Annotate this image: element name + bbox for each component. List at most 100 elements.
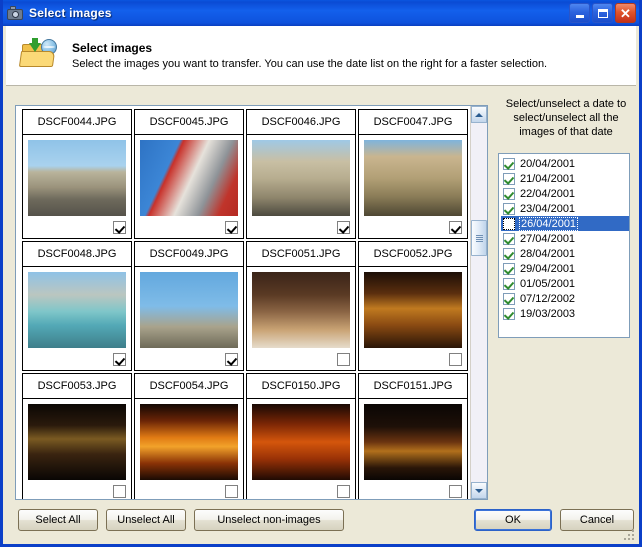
- title-bar[interactable]: Select images ✕: [3, 0, 639, 26]
- thumbnail-cell[interactable]: DSCF0052.JPG: [358, 241, 468, 371]
- thumbnail-cell[interactable]: DSCF0054.JPG: [134, 373, 244, 500]
- date-checkbox[interactable]: [503, 293, 515, 305]
- date-checkbox[interactable]: [503, 203, 515, 215]
- date-checkbox[interactable]: [503, 218, 515, 230]
- thumbnail-checkbox[interactable]: [337, 485, 350, 498]
- scroll-up-button[interactable]: [471, 106, 487, 123]
- thumbnail-scrollbar[interactable]: [470, 106, 487, 499]
- thumbnail-frame[interactable]: [22, 266, 132, 371]
- ok-button[interactable]: OK: [474, 509, 552, 531]
- date-checkbox[interactable]: [503, 173, 515, 185]
- date-list-item[interactable]: 20/04/2001: [501, 156, 629, 171]
- thumbnail-cell[interactable]: DSCF0045.JPG: [134, 109, 244, 239]
- date-label: 19/03/2003: [520, 308, 575, 320]
- maximize-button[interactable]: [592, 3, 613, 23]
- scroll-down-button[interactable]: [471, 482, 487, 499]
- date-label: 21/04/2001: [520, 173, 575, 185]
- thumbnail-cell[interactable]: DSCF0053.JPG: [22, 373, 132, 500]
- thumbnail-frame[interactable]: [246, 134, 356, 239]
- date-label-wrapper: 28/04/2001: [519, 248, 576, 260]
- date-label: 28/04/2001: [520, 248, 575, 260]
- dialog-body: DSCF0044.JPGDSCF0045.JPGDSCF0046.JPGDSCF…: [6, 87, 636, 541]
- date-listbox[interactable]: 20/04/2001 21/04/200122/04/2001 23/04/2001…: [498, 153, 630, 338]
- thumbnail-panel[interactable]: DSCF0044.JPGDSCF0045.JPGDSCF0046.JPGDSCF…: [15, 105, 488, 500]
- date-sidebar: Select/unselect a date to select/unselec…: [498, 97, 634, 338]
- date-list-item[interactable]: 07/12/2002: [501, 291, 629, 306]
- date-list-item[interactable]: 26/04/2001: [501, 216, 629, 231]
- unselect-non-images-button[interactable]: Unselect non-images: [194, 509, 344, 531]
- thumbnail-checkbox[interactable]: [449, 485, 462, 498]
- select-all-button[interactable]: Select All: [18, 509, 98, 531]
- thumbnail-image: [28, 404, 126, 480]
- thumbnail-image: [140, 404, 238, 480]
- minimize-button[interactable]: [569, 3, 590, 23]
- date-checkbox[interactable]: [503, 263, 515, 275]
- date-label: 07/12/2002: [520, 293, 575, 305]
- scrollbar-thumb[interactable]: [471, 220, 487, 256]
- date-list-item[interactable]: 23/04/2001: [501, 201, 629, 216]
- thumbnail-checkbox[interactable]: [225, 221, 238, 234]
- thumbnail-image: [28, 272, 126, 348]
- date-list-item[interactable]: 19/03/2003: [501, 306, 629, 321]
- thumbnail-checkbox[interactable]: [225, 353, 238, 366]
- thumbnail-checkbox[interactable]: [225, 485, 238, 498]
- thumbnail-frame[interactable]: [134, 134, 244, 239]
- thumbnail-checkbox[interactable]: [337, 353, 350, 366]
- thumbnail-cell[interactable]: DSCF0048.JPG: [22, 241, 132, 371]
- thumbnail-filename: DSCF0150.JPG: [246, 373, 356, 398]
- unselect-all-button[interactable]: Unselect All: [106, 509, 186, 531]
- date-list-item[interactable]: 29/04/2001: [501, 261, 629, 276]
- thumbnail-frame[interactable]: [246, 266, 356, 371]
- folder-transfer-icon: [20, 38, 62, 74]
- date-label-wrapper: 23/04/2001: [519, 203, 576, 215]
- date-label-wrapper: 20/04/2001: [519, 158, 576, 170]
- thumbnail-filename: DSCF0051.JPG: [246, 241, 356, 266]
- thumbnail-cell[interactable]: DSCF0049.JPG: [134, 241, 244, 371]
- date-checkbox[interactable]: [503, 248, 515, 260]
- thumbnail-checkbox[interactable]: [113, 353, 126, 366]
- thumbnail-checkbox[interactable]: [337, 221, 350, 234]
- thumbnail-cell[interactable]: DSCF0150.JPG: [246, 373, 356, 500]
- header-title: Select images: [72, 41, 636, 55]
- thumbnail-frame[interactable]: [246, 398, 356, 500]
- date-label: 29/04/2001: [520, 263, 575, 275]
- date-checkbox[interactable]: [503, 158, 515, 170]
- thumbnail-checkbox[interactable]: [449, 353, 462, 366]
- thumbnail-image: [364, 140, 462, 216]
- header-description: Select the images you want to transfer. …: [72, 58, 636, 70]
- thumbnail-frame[interactable]: [358, 134, 468, 239]
- window-title: Select images: [29, 6, 569, 20]
- date-label: 26/04/2001: [521, 218, 576, 230]
- thumbnail-frame[interactable]: [22, 398, 132, 500]
- thumbnail-image: [252, 404, 350, 480]
- thumbnail-filename: DSCF0053.JPG: [22, 373, 132, 398]
- date-list-item[interactable]: 01/05/2001: [501, 276, 629, 291]
- thumbnail-cell[interactable]: DSCF0151.JPG: [358, 373, 468, 500]
- date-list-item[interactable]: 27/04/2001: [501, 231, 629, 246]
- date-checkbox[interactable]: [503, 188, 515, 200]
- date-list-item[interactable]: 28/04/2001: [501, 246, 629, 261]
- date-checkbox[interactable]: [503, 278, 515, 290]
- thumbnail-cell[interactable]: DSCF0044.JPG: [22, 109, 132, 239]
- close-button[interactable]: ✕: [615, 3, 636, 23]
- thumbnail-frame[interactable]: [134, 398, 244, 500]
- thumbnail-frame[interactable]: [358, 398, 468, 500]
- thumbnail-cell[interactable]: DSCF0046.JPG: [246, 109, 356, 239]
- date-list-item[interactable]: 22/04/2001: [501, 186, 629, 201]
- thumbnail-frame[interactable]: [358, 266, 468, 371]
- thumbnail-frame[interactable]: [22, 134, 132, 239]
- thumbnail-filename: DSCF0151.JPG: [358, 373, 468, 398]
- window-controls: ✕: [569, 3, 636, 23]
- thumbnail-checkbox[interactable]: [113, 221, 126, 234]
- thumbnail-frame[interactable]: [134, 266, 244, 371]
- resize-grip[interactable]: [622, 528, 634, 540]
- thumbnail-image: [140, 272, 238, 348]
- thumbnail-cell[interactable]: DSCF0051.JPG: [246, 241, 356, 371]
- date-label: 20/04/2001: [520, 158, 575, 170]
- thumbnail-checkbox[interactable]: [113, 485, 126, 498]
- date-checkbox[interactable]: [503, 308, 515, 320]
- thumbnail-cell[interactable]: DSCF0047.JPG: [358, 109, 468, 239]
- thumbnail-checkbox[interactable]: [449, 221, 462, 234]
- date-checkbox[interactable]: [503, 233, 515, 245]
- date-list-item[interactable]: 21/04/2001: [501, 171, 629, 186]
